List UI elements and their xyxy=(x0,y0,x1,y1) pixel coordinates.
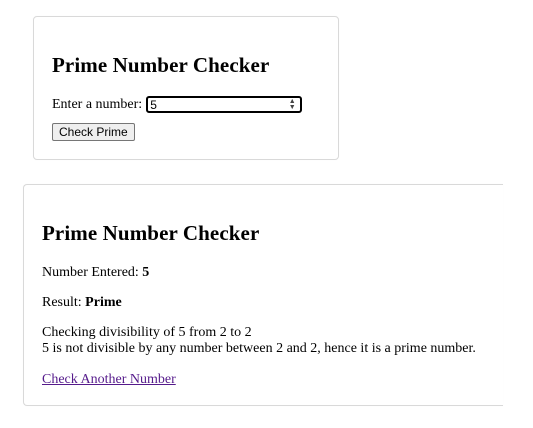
result-card: Prime Number Checker Number Entered: 5 R… xyxy=(23,184,503,406)
number-input-label: Enter a number: xyxy=(52,96,143,112)
number-entered-line: Number Entered: 5 xyxy=(42,265,149,281)
page: Prime Number Checker Enter a number: 5 ▲… xyxy=(0,0,533,428)
check-prime-button[interactable]: Check Prime xyxy=(52,123,135,141)
checker-form-card: Prime Number Checker Enter a number: 5 ▲… xyxy=(33,16,339,160)
spinner-down-icon[interactable]: ▼ xyxy=(289,104,296,111)
check-another-number-link[interactable]: Check Another Number xyxy=(42,372,176,388)
number-entered-value: 5 xyxy=(142,265,150,280)
number-form-row: Enter a number: 5 ▲ ▼ xyxy=(52,96,303,113)
number-input-value: 5 xyxy=(150,97,157,112)
result-value: Prime xyxy=(85,295,122,310)
result-title: Prime Number Checker xyxy=(42,221,260,245)
result-line: Result: Prime xyxy=(42,295,122,311)
divisibility-check-text: Checking divisibility of 5 from 2 to 2 xyxy=(42,325,252,340)
form-title: Prime Number Checker xyxy=(52,53,270,77)
up-down-spinner-icon[interactable]: ▲ ▼ xyxy=(287,98,297,111)
result-label: Result: xyxy=(42,295,82,310)
divisibility-conclusion-text: 5 is not divisible by any number between… xyxy=(42,341,476,356)
number-input[interactable]: 5 ▲ ▼ xyxy=(146,96,303,113)
number-entered-label: Number Entered: xyxy=(42,265,139,280)
